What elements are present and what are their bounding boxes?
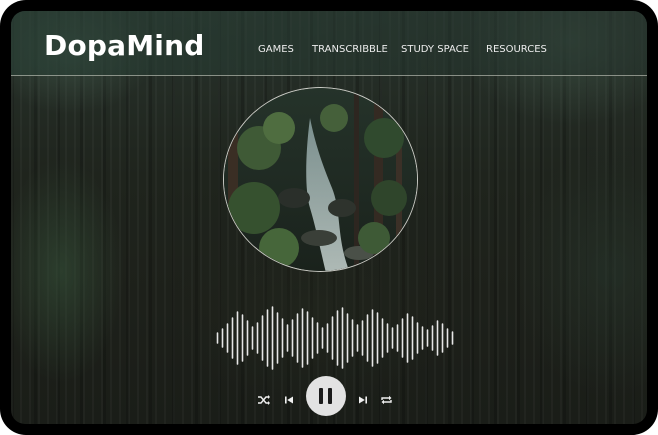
album-artwork — [223, 87, 418, 272]
shuffle-button[interactable] — [255, 391, 273, 409]
next-button[interactable] — [354, 391, 372, 409]
nav-transcribble[interactable]: TRANSCRIBBLE — [312, 44, 388, 55]
pause-icon-bar — [328, 388, 332, 404]
site-logo[interactable]: DopaMind — [44, 29, 204, 62]
pause-icon — [319, 388, 323, 404]
previous-button[interactable] — [280, 391, 298, 409]
nav-games[interactable]: GAMES — [258, 44, 294, 55]
skip-next-icon — [359, 396, 367, 404]
nav-study-space[interactable]: STUDY SPACE — [401, 44, 469, 55]
repeat-icon — [380, 395, 392, 405]
skip-previous-icon — [285, 396, 293, 404]
device-frame: DopaMind GAMES TRANSCRIBBLE STUDY SPACE … — [0, 0, 658, 435]
play-pause-button[interactable] — [306, 376, 346, 416]
nav-resources[interactable]: RESOURCES — [486, 44, 547, 55]
forest-stream-image — [224, 88, 417, 271]
shuffle-icon — [258, 395, 270, 405]
app-screen: DopaMind GAMES TRANSCRIBBLE STUDY SPACE … — [11, 11, 647, 424]
audio-waveform — [216, 306, 454, 370]
site-header: DopaMind GAMES TRANSCRIBBLE STUDY SPACE … — [11, 11, 647, 76]
repeat-button[interactable] — [377, 391, 395, 409]
